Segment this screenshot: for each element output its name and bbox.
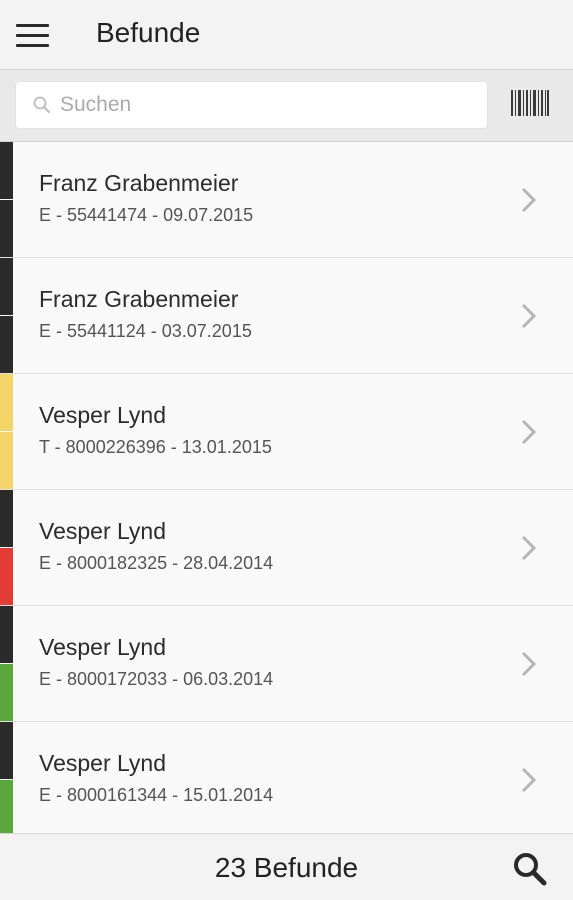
search-bar (0, 70, 573, 142)
status-stripe-bottom (0, 432, 13, 489)
befund-info: T - 8000226396 - 13.01.2015 (39, 437, 272, 457)
status-stripe-top (0, 490, 13, 547)
chevron-right-icon (521, 187, 537, 213)
patient-name: Vesper Lynd (39, 518, 167, 544)
patient-name: Vesper Lynd (39, 402, 167, 428)
status-stripe-top (0, 606, 13, 663)
result-count: 23 Befunde (214, 852, 359, 883)
list-item[interactable]: Vesper Lynd E - 8000172033 - 06.03.2014 (0, 606, 573, 722)
patient-name: Vesper Lynd (39, 634, 167, 660)
bottom-bar: 23 Befunde (0, 833, 573, 900)
status-stripe-top (0, 374, 13, 431)
list-item[interactable]: Franz Grabenmeier E - 55441474 - 09.07.2… (0, 142, 573, 258)
status-stripe (0, 142, 13, 258)
chevron-right-icon (521, 767, 537, 793)
search-field[interactable] (16, 82, 487, 128)
status-stripe (0, 258, 13, 374)
barcode-icon[interactable] (511, 88, 549, 118)
app-bar: Befunde (0, 0, 573, 70)
search-input[interactable] (60, 82, 480, 128)
chevron-right-icon (521, 419, 537, 445)
befund-info: E - 55441124 - 03.07.2015 (39, 321, 252, 341)
list-item[interactable]: Franz Grabenmeier E - 55441124 - 03.07.2… (0, 258, 573, 374)
page-title: Befunde (96, 17, 201, 48)
befund-info: E - 55441474 - 09.07.2015 (39, 205, 254, 225)
patient-name: Franz Grabenmeier (39, 286, 239, 312)
status-stripe-bottom (0, 200, 13, 257)
status-stripe (0, 490, 13, 606)
status-stripe (0, 374, 13, 490)
patient-name: Vesper Lynd (39, 750, 167, 776)
status-stripe-bottom (0, 316, 13, 373)
chevron-right-icon (521, 303, 537, 329)
status-stripe (0, 722, 13, 833)
status-stripe-top (0, 142, 13, 199)
status-stripe-bottom (0, 548, 13, 605)
search-icon[interactable] (512, 851, 548, 887)
status-stripe-bottom (0, 780, 13, 833)
befunde-list: Franz Grabenmeier E - 55441474 - 09.07.2… (0, 142, 573, 833)
patient-name: Franz Grabenmeier (39, 170, 239, 196)
status-stripe-top (0, 722, 13, 779)
list-item[interactable]: Vesper Lynd E - 8000161344 - 15.01.2014 (0, 722, 573, 833)
status-stripe-bottom (0, 664, 13, 721)
status-stripe (0, 606, 13, 722)
chevron-right-icon (521, 651, 537, 677)
befund-info: E - 8000161344 - 15.01.2014 (39, 785, 274, 805)
befund-info: E - 8000172033 - 06.03.2014 (39, 669, 274, 689)
befund-info: E - 8000182325 - 28.04.2014 (39, 553, 274, 573)
menu-icon[interactable] (16, 24, 49, 47)
list-item[interactable]: Vesper Lynd E - 8000182325 - 28.04.2014 (0, 490, 573, 606)
list-item[interactable]: Vesper Lynd T - 8000226396 - 13.01.2015 (0, 374, 573, 490)
chevron-right-icon (521, 535, 537, 561)
status-stripe-top (0, 258, 13, 315)
search-icon (33, 96, 50, 113)
